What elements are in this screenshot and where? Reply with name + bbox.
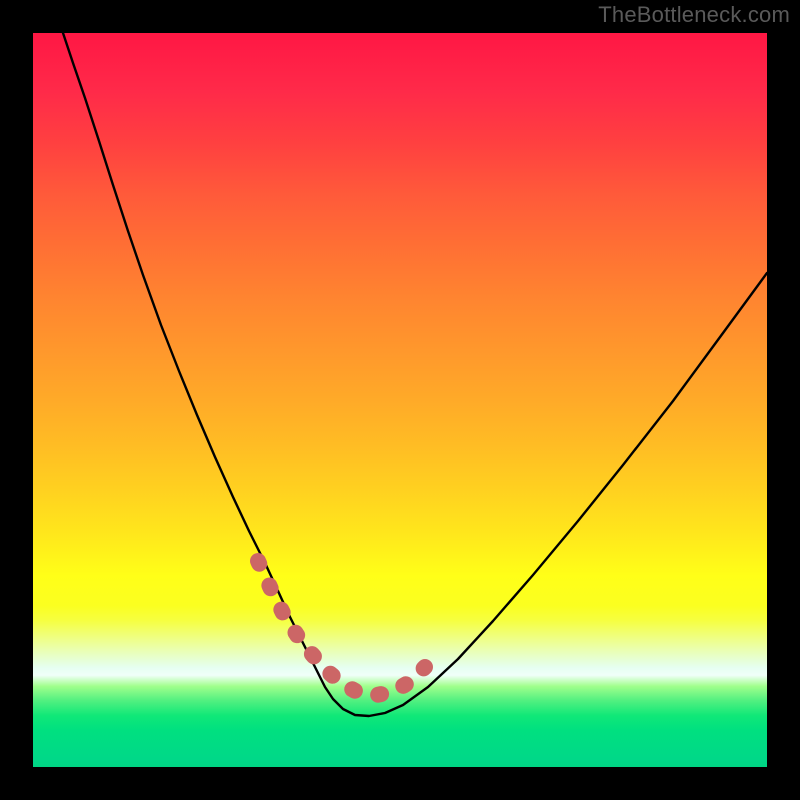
highlight-dots-path bbox=[258, 561, 425, 695]
bottleneck-curve bbox=[63, 33, 767, 716]
watermark-text: TheBottleneck.com bbox=[598, 2, 790, 28]
plot-area bbox=[33, 33, 767, 767]
curve-layer bbox=[33, 33, 767, 767]
chart-frame: TheBottleneck.com bbox=[0, 0, 800, 800]
bottleneck-curve-path bbox=[63, 33, 767, 716]
highlight-near-minimum bbox=[258, 561, 425, 695]
